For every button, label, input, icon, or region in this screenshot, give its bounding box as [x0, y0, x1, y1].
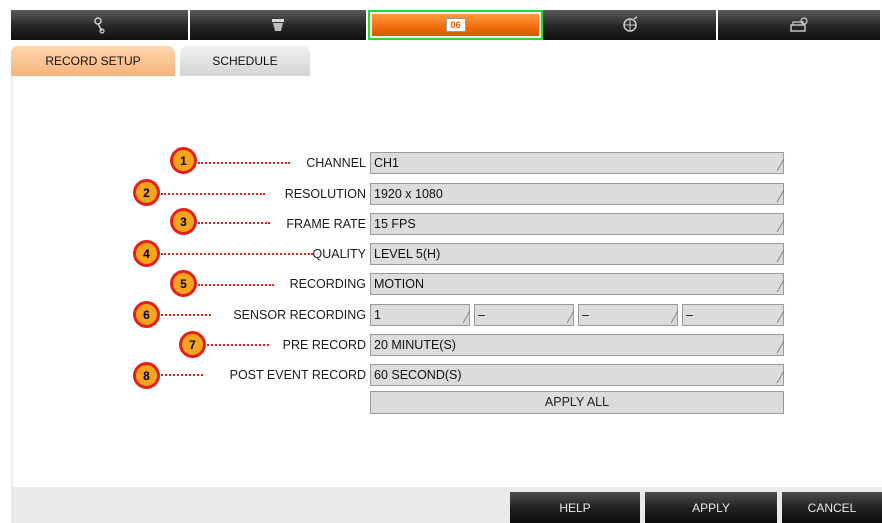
dropdown-corner-icon [771, 341, 785, 353]
frame-rate-label: FRAME RATE [286, 217, 366, 231]
post-event-record-value: 60 SECOND(S) [374, 368, 462, 382]
camera-dome-icon [270, 17, 286, 33]
tools-menu-button[interactable] [11, 10, 190, 40]
quality-select[interactable]: LEVEL 5(H) [370, 243, 785, 265]
sensor-value-2: – [478, 308, 485, 322]
sensor-value-3: – [582, 308, 589, 322]
tab-record-setup[interactable]: RECORD SETUP [11, 46, 175, 76]
quality-label: QUALITY [312, 247, 367, 261]
network-menu-button[interactable] [543, 10, 718, 40]
post-event-record-select[interactable]: 60 SECOND(S) [370, 364, 785, 386]
resolution-row: RESOLUTION [0, 183, 366, 205]
sensor-value-1: 1 [374, 308, 381, 322]
pre-record-row: PRE RECORD [0, 334, 366, 356]
tools-icon [92, 16, 108, 34]
recording-row: RECORDING [0, 273, 366, 295]
sensor-value-4: – [686, 308, 693, 322]
dropdown-corner-icon [561, 311, 575, 323]
frame-rate-value: 15 FPS [374, 217, 416, 231]
calendar-badge: 06 [450, 20, 461, 30]
record-menu-button[interactable]: 06 [368, 10, 543, 40]
help-button[interactable]: HELP [510, 492, 640, 523]
tab-bar: RECORD SETUP SCHEDULE [11, 46, 882, 76]
dropdown-corner-icon [771, 159, 785, 171]
quality-row: QUALITY [0, 243, 367, 265]
sensor-recording-row: SENSOR RECORDING [0, 304, 366, 326]
record-menu-highlight: 06 [372, 14, 539, 36]
frame-rate-select[interactable]: 15 FPS [370, 213, 785, 235]
sensor-select-2[interactable]: – [474, 304, 575, 326]
system-icon [789, 17, 809, 33]
channel-value: CH1 [374, 156, 400, 170]
calendar-icon: 06 [445, 18, 466, 32]
channel-select[interactable]: CH1 [370, 152, 785, 174]
resolution-label: RESOLUTION [284, 187, 366, 201]
dropdown-corner-icon [771, 280, 785, 292]
dropdown-corner-icon [771, 190, 785, 202]
sensor-select-4[interactable]: – [682, 304, 785, 326]
apply-button[interactable]: APPLY [645, 492, 777, 523]
dropdown-corner-icon [771, 250, 785, 262]
recording-select[interactable]: MOTION [370, 273, 785, 295]
quality-value: LEVEL 5(H) [374, 247, 441, 261]
recording-value: MOTION [374, 277, 424, 291]
tab-schedule[interactable]: SCHEDULE [180, 46, 310, 76]
pre-record-select[interactable]: 20 MINUTE(S) [370, 334, 785, 356]
resolution-value: 1920 x 1080 [374, 187, 443, 201]
frame-rate-row: FRAME RATE [0, 213, 366, 235]
resolution-select[interactable]: 1920 x 1080 [370, 183, 785, 205]
system-menu-button[interactable] [718, 10, 880, 40]
sensor-select-3[interactable]: – [578, 304, 679, 326]
pre-record-label: PRE RECORD [282, 338, 366, 352]
top-toolbar: 06 [11, 10, 882, 40]
dropdown-corner-icon [771, 311, 785, 323]
cancel-button[interactable]: CANCEL [782, 492, 882, 523]
dropdown-corner-icon [771, 371, 785, 383]
dropdown-corner-icon [457, 311, 471, 323]
channel-row: CHANNEL [0, 152, 366, 174]
dropdown-corner-icon [771, 220, 785, 232]
dropdown-corner-icon [665, 311, 679, 323]
post-event-record-row: POST EVENT RECORD [0, 364, 366, 386]
sensor-select-1[interactable]: 1 [370, 304, 471, 326]
sensor-recording-label: SENSOR RECORDING [233, 308, 366, 322]
pre-record-value: 20 MINUTE(S) [374, 338, 456, 352]
post-event-record-label: POST EVENT RECORD [229, 368, 366, 382]
channel-label: CHANNEL [306, 156, 366, 170]
apply-all-button[interactable]: APPLY ALL [370, 391, 784, 414]
recording-label: RECORDING [289, 277, 366, 291]
network-icon [621, 16, 639, 34]
camera-menu-button[interactable] [190, 10, 368, 40]
